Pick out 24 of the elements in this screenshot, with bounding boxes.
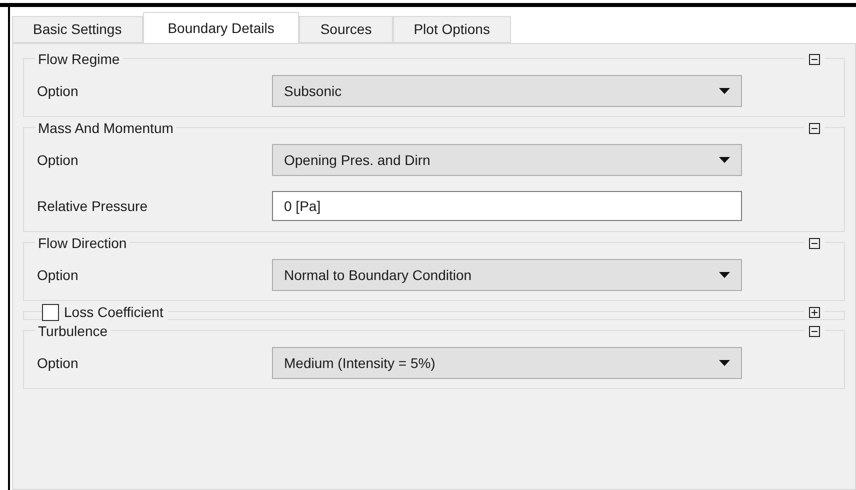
field-label: Option bbox=[36, 354, 80, 373]
tab[interactable]: Plot Options bbox=[392, 16, 511, 43]
expand-icon[interactable] bbox=[809, 306, 820, 318]
field-label: Option bbox=[36, 266, 80, 285]
option-dropdown[interactable]: Opening Pres. and Dirn bbox=[272, 144, 742, 176]
caret-icon bbox=[719, 360, 730, 366]
collapse-icon[interactable] bbox=[809, 238, 820, 248]
tab[interactable]: Sources bbox=[299, 16, 393, 43]
option-dropdown[interactable]: Medium (Intensity = 5%) bbox=[272, 347, 742, 379]
field-label: Relative Pressure bbox=[36, 196, 148, 216]
field-label: Option bbox=[36, 150, 80, 170]
checkbox[interactable] bbox=[42, 304, 59, 320]
collapse-icon[interactable] bbox=[809, 54, 820, 64]
caret-icon bbox=[719, 272, 730, 278]
option-dropdown[interactable]: Normal to Boundary Condition bbox=[272, 259, 742, 291]
input-field[interactable]: 0 [Pa] bbox=[272, 191, 742, 221]
caret-icon bbox=[719, 88, 730, 94]
collapse-icon[interactable] bbox=[809, 326, 820, 336]
field-label: Option bbox=[36, 82, 80, 101]
tab[interactable]: Boundary Details bbox=[142, 12, 300, 43]
collapse-icon[interactable] bbox=[809, 122, 820, 134]
option-dropdown[interactable]: Subsonic bbox=[272, 75, 742, 107]
tab[interactable]: Basic Settings bbox=[12, 16, 143, 43]
caret-icon bbox=[719, 157, 730, 163]
